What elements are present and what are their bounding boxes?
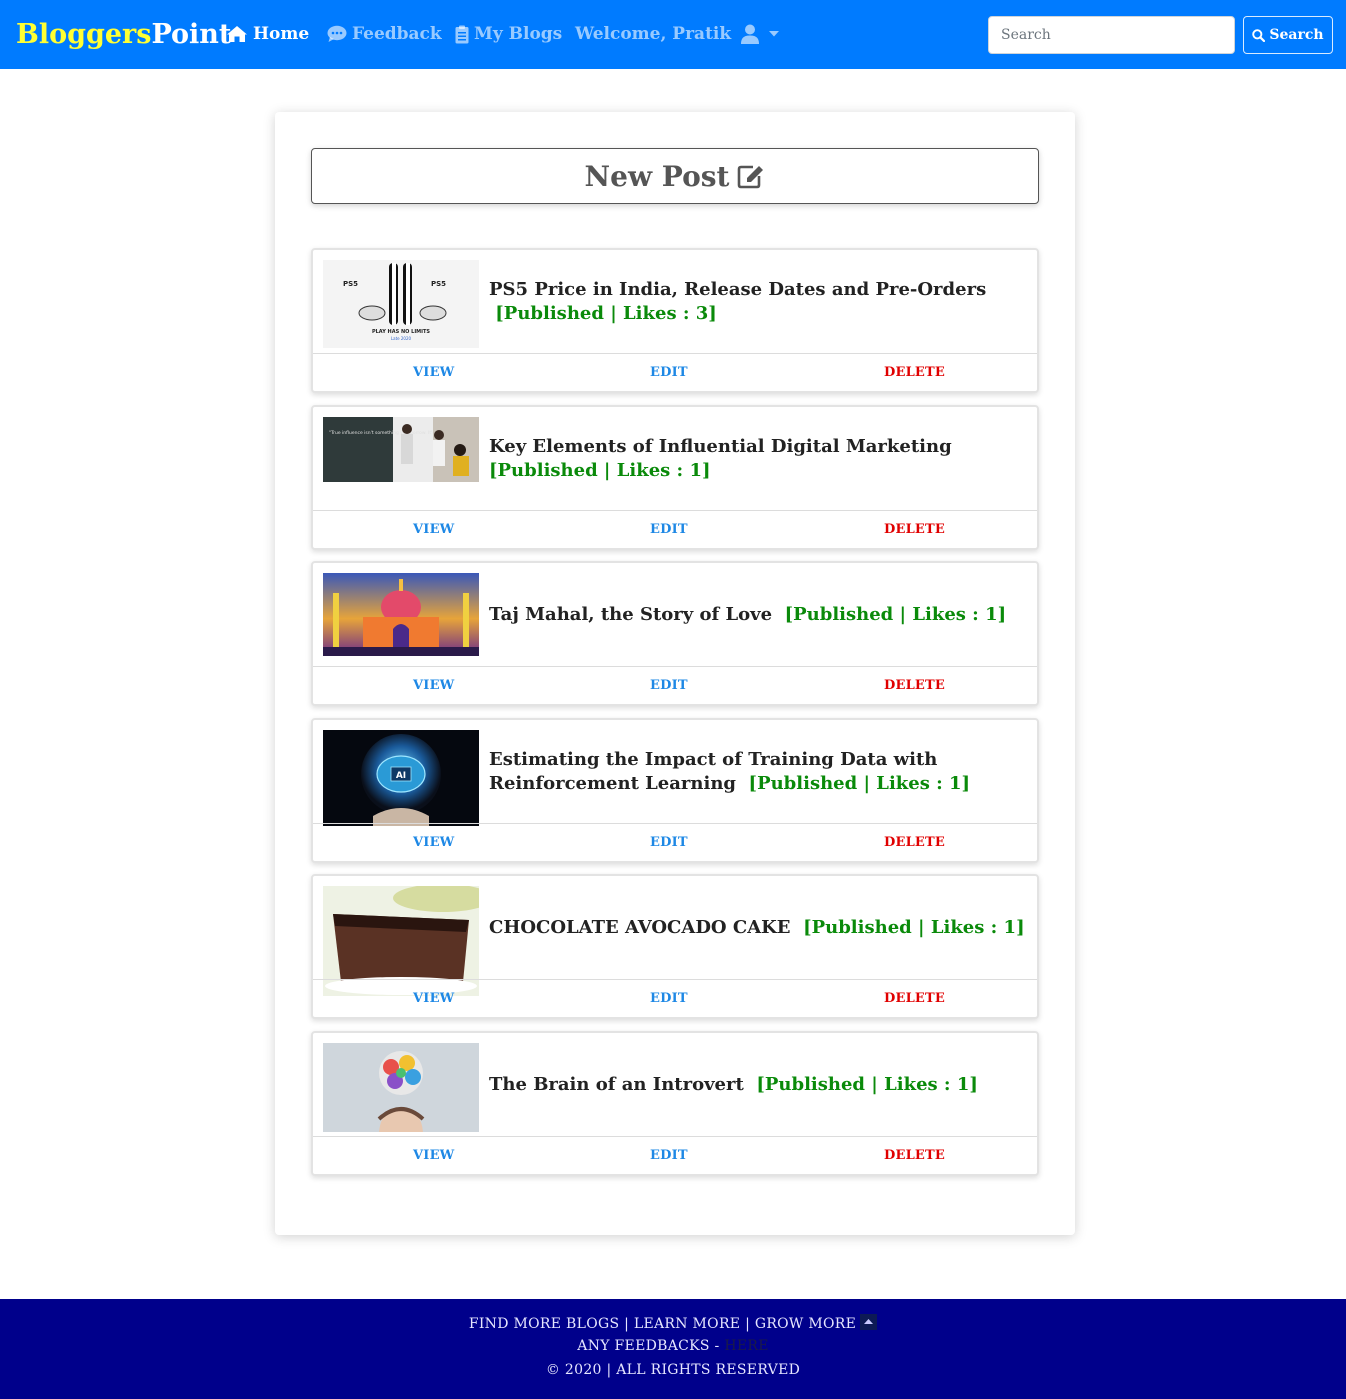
post-card: Taj Mahal, the Story of Love [Published …: [311, 561, 1039, 706]
post-title-block: The Brain of an Introvert [Published | L…: [489, 1033, 1031, 1136]
brand-part-1: Bloggers: [16, 19, 152, 50]
post-status: [Published | Likes : 1]: [489, 459, 711, 481]
delete-link[interactable]: DELETE: [884, 522, 945, 537]
delete-link[interactable]: DELETE: [884, 835, 945, 850]
view-link[interactable]: VIEW: [413, 835, 454, 850]
post-actions: VIEW EDIT DELETE: [313, 823, 1037, 861]
post-actions: VIEW EDIT DELETE: [313, 1136, 1037, 1174]
edit-link[interactable]: EDIT: [650, 991, 688, 1006]
post-status: [Published | Likes : 1]: [803, 916, 1025, 938]
post-title: Key Elements of Influential Digital Mark…: [489, 435, 952, 457]
post-title-block: CHOCOLATE AVOCADO CAKE [Published | Like…: [489, 876, 1031, 979]
new-post-label: New Post: [584, 159, 730, 193]
view-link[interactable]: VIEW: [413, 678, 454, 693]
post-thumbnail[interactable]: "True influence isn't something you borr…: [323, 417, 479, 482]
post-status: [Published | Likes : 1]: [756, 1073, 978, 1095]
post-actions: VIEW EDIT DELETE: [313, 353, 1037, 391]
post-thumbnail[interactable]: AI: [323, 730, 479, 826]
top-navbar: BloggersPoint Home Feedback My Blogs Wel…: [0, 0, 1346, 69]
post-thumbnail[interactable]: [323, 1043, 479, 1132]
post-actions: VIEW EDIT DELETE: [313, 666, 1037, 704]
delete-link[interactable]: DELETE: [884, 678, 945, 693]
edit-link[interactable]: EDIT: [650, 522, 688, 537]
home-icon: [227, 26, 247, 42]
clipboard-icon: [455, 25, 469, 43]
post-status: [Published | Likes : 3]: [495, 302, 717, 324]
blogs-container: New Post PS5 PS5 PLAY HAS NO LIMITS Late…: [275, 112, 1075, 1235]
thumb-subcaption: Late 2020: [391, 336, 412, 341]
nav-home[interactable]: Home: [226, 22, 309, 46]
edit-link[interactable]: EDIT: [650, 835, 688, 850]
post-title: Taj Mahal, the Story of Love: [489, 603, 773, 625]
nav-my-blogs-label: My Blogs: [474, 24, 563, 44]
view-link[interactable]: VIEW: [413, 1148, 454, 1163]
post-card: CHOCOLATE AVOCADO CAKE [Published | Like…: [311, 874, 1039, 1019]
view-link[interactable]: VIEW: [413, 991, 454, 1006]
post-thumbnail[interactable]: PS5 PS5 PLAY HAS NO LIMITS Late 2020: [323, 260, 479, 348]
post-title-block: Estimating the Impact of Training Data w…: [489, 720, 1031, 823]
nav-home-label: Home: [253, 24, 310, 44]
footer-copyright: © 2020 | ALL RIGHTS RESERVED: [545, 1362, 801, 1378]
footer-feedback-prefix: ANY FEEDBACKS -: [577, 1338, 720, 1354]
nav-feedback-label: Feedback: [352, 24, 442, 44]
post-card: "True influence isn't something you borr…: [311, 405, 1039, 550]
delete-link[interactable]: DELETE: [884, 1148, 945, 1163]
footer-feedback-link[interactable]: HERE: [724, 1338, 768, 1354]
comment-icon: [327, 25, 347, 42]
search-button[interactable]: Search: [1243, 16, 1333, 54]
thumb-logo: PS5: [343, 280, 358, 288]
view-link[interactable]: VIEW: [413, 522, 454, 537]
post-status: [Published | Likes : 1]: [784, 603, 1007, 625]
post-title-block: Key Elements of Influential Digital Mark…: [489, 407, 1031, 510]
caret-down-icon: [769, 31, 780, 37]
post-title: The Brain of an Introvert: [489, 1073, 744, 1095]
footer-feedback-line: ANY FEEDBACKS - HERE: [0, 1338, 1346, 1354]
nav-feedback[interactable]: Feedback: [327, 22, 442, 46]
thumb-logo: PS5: [431, 280, 446, 288]
brand-part-2: Point: [151, 19, 232, 50]
brand-logo[interactable]: BloggersPoint: [16, 16, 231, 54]
search-icon: [1252, 28, 1266, 42]
nav-user-dropdown[interactable]: Welcome, Pratik: [575, 22, 780, 46]
post-title: PS5 Price in India, Release Dates and Pr…: [489, 278, 987, 300]
search-input[interactable]: [988, 16, 1235, 54]
edit-icon: [738, 165, 764, 189]
footer-links[interactable]: FIND MORE BLOGS | LEARN MORE | GROW MORE: [469, 1316, 856, 1332]
post-card: The Brain of an Introvert [Published | L…: [311, 1031, 1039, 1176]
view-link[interactable]: VIEW: [413, 365, 454, 380]
edit-link[interactable]: EDIT: [650, 365, 688, 380]
edit-link[interactable]: EDIT: [650, 1148, 688, 1163]
post-card: AI Estimating the Impact of Training Dat…: [311, 718, 1039, 863]
post-title-block: PS5 Price in India, Release Dates and Pr…: [489, 250, 1031, 353]
post-actions: VIEW EDIT DELETE: [313, 979, 1037, 1017]
delete-link[interactable]: DELETE: [884, 365, 945, 380]
footer: FIND MORE BLOGS | LEARN MORE | GROW MORE…: [0, 1299, 1346, 1399]
footer-links-line: FIND MORE BLOGS | LEARN MORE | GROW MORE: [0, 1314, 1346, 1332]
post-title: CHOCOLATE AVOCADO CAKE: [489, 916, 791, 938]
new-post-button[interactable]: New Post: [311, 148, 1039, 204]
post-thumbnail[interactable]: [323, 573, 479, 656]
thumb-caption: AI: [396, 771, 406, 781]
user-icon: [741, 24, 760, 44]
post-card: PS5 PS5 PLAY HAS NO LIMITS Late 2020 PS5…: [311, 248, 1039, 393]
delete-link[interactable]: DELETE: [884, 991, 945, 1006]
caret-up-icon[interactable]: [860, 1314, 878, 1330]
post-status: [Published | Likes : 1]: [748, 772, 971, 794]
edit-link[interactable]: EDIT: [650, 678, 688, 693]
nav-welcome-label: Welcome, Pratik: [575, 24, 732, 44]
nav-my-blogs[interactable]: My Blogs: [455, 22, 562, 46]
search-button-label: Search: [1269, 27, 1324, 43]
post-actions: VIEW EDIT DELETE: [313, 510, 1037, 548]
thumb-caption: PLAY HAS NO LIMITS: [372, 329, 430, 335]
post-title-block: Taj Mahal, the Story of Love [Published …: [489, 563, 1031, 666]
